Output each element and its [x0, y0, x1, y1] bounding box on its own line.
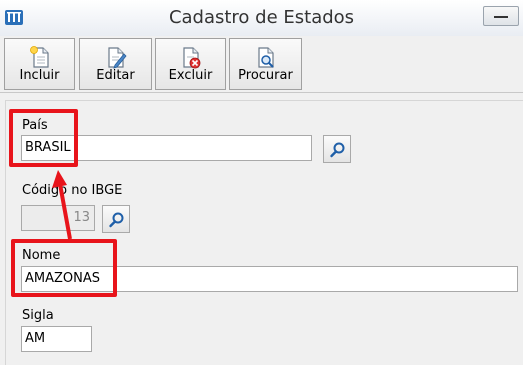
cadastro-estados-window: Cadastro de Estados Incluir Editar Exclu…: [0, 0, 523, 365]
annotation-arrow: [52, 170, 72, 240]
